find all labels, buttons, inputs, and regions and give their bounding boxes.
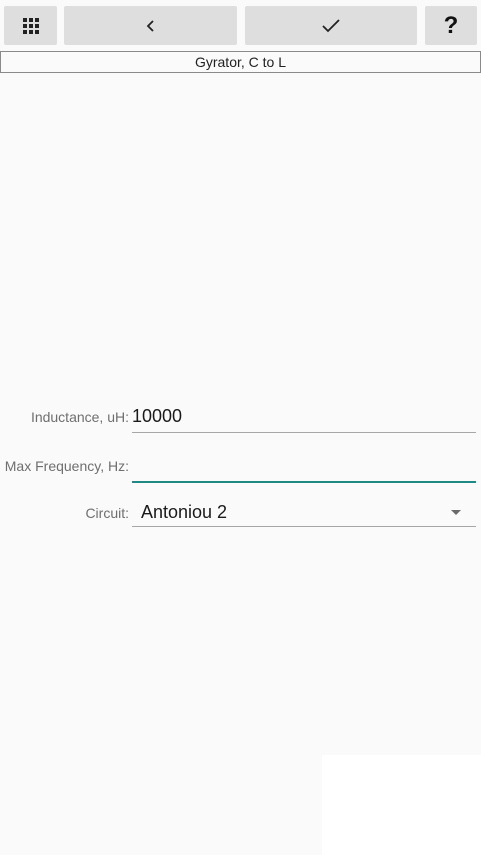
circuit-dropdown[interactable]: Antoniou 2 xyxy=(132,501,476,527)
top-toolbar: ? xyxy=(0,6,481,45)
grid-icon xyxy=(22,17,39,34)
inductance-input[interactable]: 10000 xyxy=(132,405,476,433)
checkmark-icon xyxy=(322,18,340,32)
back-button[interactable] xyxy=(64,6,237,45)
menu-button[interactable] xyxy=(4,6,57,45)
overlay-patch xyxy=(322,755,481,855)
inductance-label: Inductance, uH: xyxy=(30,409,129,425)
dropdown-arrow-icon xyxy=(451,510,461,515)
chevron-left-icon xyxy=(146,19,154,32)
help-button[interactable]: ? xyxy=(425,6,477,45)
confirm-button[interactable] xyxy=(245,6,417,45)
inductance-value: 10000 xyxy=(132,406,183,426)
max-frequency-input[interactable] xyxy=(132,455,476,483)
screen-title: Gyrator, C to L xyxy=(0,51,481,73)
circuit-selected-value: Antoniou 2 xyxy=(141,502,228,522)
help-label: ? xyxy=(443,11,459,39)
max-frequency-label: Max Frequency, Hz: xyxy=(4,458,129,474)
circuit-label: Circuit: xyxy=(85,505,129,521)
